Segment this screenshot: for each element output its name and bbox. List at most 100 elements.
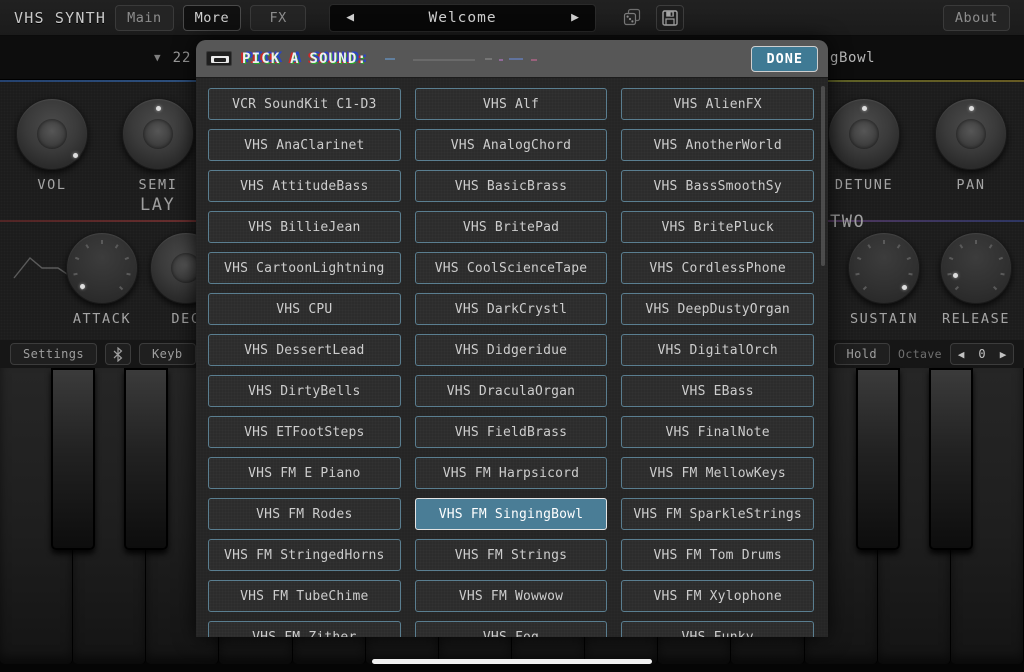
preset-item[interactable]: VHS BritePad [414, 211, 608, 243]
octave-prev-icon[interactable]: ◀ [951, 348, 971, 361]
preset-item[interactable]: VHS DessertLead [208, 334, 401, 366]
pan-knob-body[interactable] [935, 98, 1007, 170]
attack-knob-body[interactable] [66, 232, 138, 304]
section-title-two: TWO [830, 212, 866, 232]
dice-icon[interactable] [619, 5, 647, 31]
preset-item[interactable]: VHS DraculaOrgan [414, 375, 608, 407]
preset-item[interactable]: VHS FM Xylophone [621, 580, 814, 612]
preset-item[interactable]: VHS CoolScienceTape [414, 252, 608, 284]
preset-item[interactable]: VHS EBass [621, 375, 814, 407]
tab-fx[interactable]: FX [250, 4, 307, 31]
tab-main[interactable]: Main [115, 4, 174, 31]
semi-knob-body[interactable] [122, 98, 194, 170]
preset-item[interactable]: VHS FM Rodes [208, 498, 401, 530]
preset-prev-icon[interactable]: ◀ [342, 10, 358, 25]
cassette-icon [206, 51, 232, 66]
semi-knob-hub [143, 119, 173, 149]
preset-item[interactable]: VHS CordlessPhone [621, 252, 814, 284]
preset-item[interactable]: VHS FinalNote [621, 416, 814, 448]
preset-item[interactable]: VHS DarkCrystl [414, 293, 608, 325]
keyboard-button[interactable]: Keyb [139, 343, 196, 365]
octave-value: 0 [978, 347, 986, 361]
preset-name-display[interactable]: Welcome [358, 10, 567, 26]
preset-item[interactable]: VHS BassSmoothSy [621, 170, 814, 202]
release-knob-ticks [947, 239, 1005, 297]
preset-item[interactable]: VHS Fog [414, 621, 608, 637]
done-button[interactable]: DONE [751, 45, 818, 72]
home-indicator [372, 659, 652, 664]
knob-vol[interactable]: VOL [6, 98, 98, 193]
tab-more[interactable]: More [182, 4, 242, 31]
preset-item[interactable]: VHS CartoonLightning [208, 252, 401, 284]
preset-item[interactable]: VHS FM E Piano [208, 457, 401, 489]
preset-item[interactable]: VHS FieldBrass [414, 416, 608, 448]
semi-knob-label: SEMI [138, 177, 178, 193]
preset-item[interactable]: VHS Alf [414, 88, 608, 120]
save-icon[interactable] [655, 4, 684, 31]
knob-release[interactable]: RELEASE [930, 232, 1022, 327]
preset-next-icon[interactable]: ▶ [567, 10, 583, 25]
preset-item[interactable]: VHS FM Zither [208, 621, 401, 637]
preset-item[interactable]: VHS AnalogChord [414, 129, 608, 161]
settings-button[interactable]: Settings [10, 343, 97, 365]
pan-knob-hub [956, 119, 986, 149]
preset-item[interactable]: VHS ETFootSteps [208, 416, 401, 448]
preset-item[interactable]: VHS FM Tom Drums [621, 539, 814, 571]
preset-list-scrollbar[interactable] [821, 86, 825, 266]
preset-grid: VCR SoundKit C1-D3 VHS Alf VHS AlienFX VHS … [208, 88, 814, 637]
octave-next-icon[interactable]: ▶ [993, 348, 1013, 361]
hold-button[interactable]: Hold [833, 343, 891, 365]
preset-item[interactable]: VHS FM StringedHorns [208, 539, 401, 571]
preset-item[interactable]: VHS FM MellowKeys [621, 457, 814, 489]
preset-item[interactable]: VHS AlienFX [621, 88, 814, 120]
preset-item[interactable]: VHS BritePluck [621, 211, 814, 243]
knob-detune[interactable]: DETUNE [818, 98, 910, 193]
modal-header: PICK A SOUND: PICK A SOUND: PICK A SOUND… [196, 40, 828, 78]
detune-knob-hub [849, 119, 879, 149]
preset-item[interactable]: VHS DeepDustyOrgan [621, 293, 814, 325]
preset-item[interactable]: VHS AnaClarinet [208, 129, 401, 161]
release-knob-body[interactable] [940, 232, 1012, 304]
chevron-down-icon[interactable]: ▼ [154, 51, 161, 64]
app-root: VHS SYNTH Main More FX ◀ Welcome ▶ About… [0, 0, 1024, 672]
vhs-glitch-streaks [377, 52, 741, 66]
attack-knob-label: ATTACK [72, 311, 132, 327]
section-title-layer: LAY [140, 195, 176, 215]
preset-navigator: ◀ Welcome ▶ [329, 3, 596, 32]
piano-black-key[interactable] [928, 368, 973, 550]
octave-stepper: ◀ 0 ▶ [950, 343, 1014, 365]
vol-knob-body[interactable] [16, 98, 88, 170]
preset-item[interactable]: VHS DirtyBells [208, 375, 401, 407]
app-title: VHS SYNTH [14, 8, 107, 27]
sustain-knob-body[interactable] [848, 232, 920, 304]
preset-item[interactable]: VHS FM Strings [414, 539, 608, 571]
preset-item[interactable]: VHS AnotherWorld [621, 129, 814, 161]
knob-attack[interactable]: ATTACK [56, 232, 148, 327]
preset-item[interactable]: VHS DigitalOrch [621, 334, 814, 366]
knob-sustain[interactable]: SUSTAIN [838, 232, 930, 327]
about-button[interactable]: About [942, 4, 1010, 31]
preset-item[interactable]: VHS AttitudeBass [208, 170, 401, 202]
preset-item[interactable]: VHS BillieJean [208, 211, 401, 243]
knob-pan[interactable]: PAN [925, 98, 1017, 193]
piano-black-key[interactable] [855, 368, 900, 550]
piano-black-key[interactable] [51, 368, 96, 550]
preset-item[interactable]: VHS Funky [621, 621, 814, 637]
top-toolbar: VHS SYNTH Main More FX ◀ Welcome ▶ About [0, 0, 1024, 36]
bluetooth-icon[interactable] [105, 343, 131, 365]
preset-item[interactable]: VHS FM Harpsicord [414, 457, 608, 489]
preset-item[interactable]: VHS Didgeridue [414, 334, 608, 366]
preset-item[interactable]: VHS FM SparkleStrings [621, 498, 814, 530]
semi-knob-indicator [156, 106, 161, 111]
release-knob-label: RELEASE [941, 311, 1011, 327]
detune-knob-label: DETUNE [834, 177, 894, 193]
preset-item[interactable]: VHS FM Wowwow [414, 580, 608, 612]
knob-semi[interactable]: SEMI [112, 98, 204, 193]
preset-item[interactable]: VHS BasicBrass [414, 170, 608, 202]
preset-item[interactable]: VCR SoundKit C1-D3 [208, 88, 401, 120]
preset-item[interactable]: VHS FM SingingBowl [414, 498, 608, 530]
piano-black-key[interactable] [124, 368, 169, 550]
preset-item[interactable]: VHS CPU [208, 293, 401, 325]
detune-knob-body[interactable] [828, 98, 900, 170]
preset-item[interactable]: VHS FM TubeChime [208, 580, 401, 612]
